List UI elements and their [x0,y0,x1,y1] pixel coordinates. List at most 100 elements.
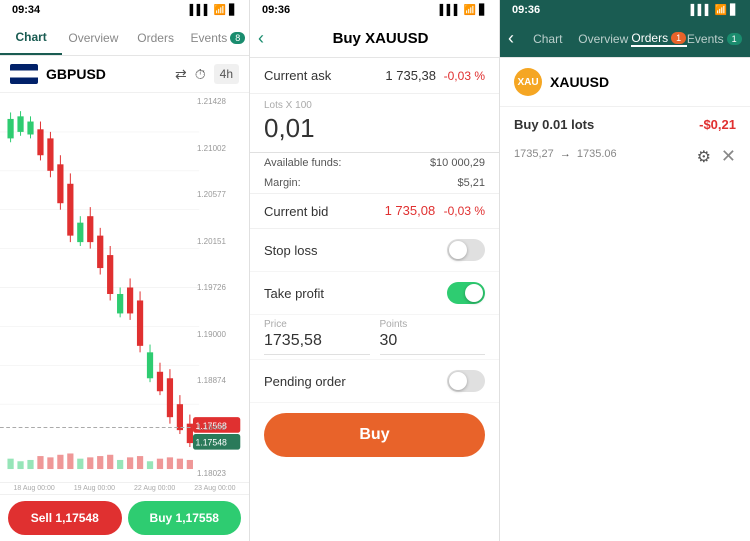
order-prices: 1735,27 → 1735.06 [514,148,617,160]
sell-button[interactable]: Sell 1,17548 [8,501,122,535]
bid-value-group: 1 735,08 -0,03 % [385,202,485,220]
wifi-icon-m: 📶 [464,5,476,16]
status-bar-left: 09:34 ▌▌▌ 📶 ▋ [0,0,249,20]
ask-value-group: 1 735,38 -0,03 % [385,68,485,83]
tab-orders-right[interactable]: Orders 1 [631,31,687,47]
wifi-icon: 📶 [214,5,226,16]
signal-icon-m: ▌▌▌ [440,5,461,16]
battery-icon-r: ▋ [730,5,738,16]
points-field: Points 30 [380,319,486,355]
tab-orders-left[interactable]: Orders [125,20,187,55]
ask-row: Current ask 1 735,38 -0,03 % [264,68,485,83]
status-time-middle: 09:36 [262,4,290,16]
lots-input-row [250,111,499,153]
available-funds-row: Available funds: $10 000,29 [250,153,499,173]
xauusd-icon: XAU [514,68,542,96]
pending-order-label: Pending order [264,374,346,389]
price-field: Price 1735,58 [264,319,370,355]
tab-overview-left[interactable]: Overview [62,20,124,55]
trade-buttons: Sell 1,17548 Buy 1,17558 [0,494,249,541]
take-profit-row: Take profit [250,272,499,315]
middle-panel: 09:36 ▌▌▌ 📶 ▋ ‹ Buy XAUUSD Current ask 1… [250,0,500,541]
order-close-button[interactable]: ✕ [721,146,736,167]
lots-label: Lots X 100 [250,94,499,111]
chart-dates: 18 Aug 00:00 19 Aug 00:00 22 Aug 00:00 2… [0,482,249,494]
price-field-label: Price [264,319,370,330]
price-points-row: Price 1735,58 Points 30 [250,315,499,360]
gbp-flag [10,64,38,84]
current-ask-section: Current ask 1 735,38 -0,03 % [250,58,499,94]
pending-order-row: Pending order [250,360,499,403]
events-badge-left: 8 [230,32,245,44]
left-tabs: Chart Overview Orders Events 8 [0,20,249,56]
status-icons-right: ▌▌▌ 📶 ▋ [691,5,738,16]
points-field-value[interactable]: 30 [380,332,486,355]
status-bar-right: 09:36 ▌▌▌ 📶 ▋ [500,0,750,20]
back-button-middle[interactable]: ‹ [258,28,264,49]
status-time-right: 09:36 [512,4,540,16]
tab-events-right[interactable]: Events 1 [687,31,743,47]
nav-bar-right: ‹ Chart Overview Orders 1 Events 1 [500,20,750,58]
available-funds-label: Available funds: [264,157,341,169]
order-price-from: 1735,27 [514,148,554,160]
right-tabs: Chart Overview Orders 1 Events 1 [520,31,742,47]
instrument-row-left: GBPUSD ⇄ ⏱ 4h [0,56,249,93]
battery-icon: ▋ [229,5,237,16]
tab-events-left[interactable]: Events 8 [187,20,249,55]
stop-loss-toggle[interactable] [447,239,485,261]
status-icons-middle: ▌▌▌ 📶 ▋ [440,5,487,16]
events-badge-right: 1 [727,33,742,45]
status-bar-middle: 09:36 ▌▌▌ 📶 ▋ [250,0,499,20]
swap-icon[interactable]: ⇄ [175,66,187,83]
stop-loss-label: Stop loss [264,243,317,258]
back-button-right[interactable]: ‹ [508,28,514,49]
status-icons-left: ▌▌▌ 📶 ▋ [190,5,237,16]
order-pnl: -$0,21 [699,117,736,132]
bid-change: -0,03 % [444,204,485,218]
instrument-name-left: GBPUSD [46,66,175,82]
tab-chart-left[interactable]: Chart [0,20,62,55]
order-header: Buy 0.01 lots -$0,21 [514,117,736,136]
order-actions: ⚙ ✕ [697,146,736,167]
order-title: Buy 0.01 lots [514,117,594,132]
order-price-to: 1735.06 [577,148,617,160]
xauusd-name: XAUUSD [550,74,609,90]
stop-loss-knob [449,241,467,259]
price-field-value[interactable]: 1735,58 [264,332,370,355]
order-arrow: → [560,148,571,160]
tab-overview-right[interactable]: Overview [576,31,632,47]
stop-loss-row: Stop loss [250,229,499,272]
left-panel: 09:34 ▌▌▌ 📶 ▋ Chart Overview Orders Even… [0,0,250,541]
chart-area: 1.21428 1.21002 1.20577 1.20151 1.19726 … [0,93,249,482]
ask-value: 1 735,38 [385,68,436,83]
instrument-controls: ⇄ ⏱ 4h [175,64,239,84]
timeframe-btn[interactable]: 4h [214,64,239,84]
tab-chart-right[interactable]: Chart [520,31,576,47]
points-field-label: Points [380,319,486,330]
take-profit-knob [465,284,483,302]
ask-label: Current ask [264,68,331,83]
bid-row: Current bid 1 735,08 -0,03 % [250,193,499,229]
signal-icon: ▌▌▌ [190,5,211,16]
status-time-left: 09:34 [12,4,40,16]
margin-value: $5,21 [457,177,485,189]
order-detail: 1735,27 → 1735.06 ⚙ ✕ [514,140,736,167]
chart-price-labels: 1.21428 1.21002 1.20577 1.20151 1.19726 … [197,93,247,482]
pending-order-toggle[interactable] [447,370,485,392]
order-settings-button[interactable]: ⚙ [697,146,711,167]
buy-action-button[interactable]: Buy [264,413,485,457]
nav-title-middle: Buy XAUUSD [270,30,491,47]
orders-badge-right: 1 [671,32,686,44]
available-funds-value: $10 000,29 [430,157,485,169]
lots-input[interactable] [264,113,485,144]
clock-icon[interactable]: ⏱ [195,66,206,83]
margin-row: Margin: $5,21 [250,173,499,193]
wifi-icon-r: 📶 [715,5,727,16]
take-profit-label: Take profit [264,286,324,301]
xauusd-row: XAU XAUUSD [500,58,750,107]
bid-label: Current bid [264,204,328,219]
take-profit-toggle[interactable] [447,282,485,304]
nav-bar-middle: ‹ Buy XAUUSD [250,20,499,58]
margin-label: Margin: [264,177,301,189]
buy-button-left[interactable]: Buy 1,17558 [128,501,242,535]
